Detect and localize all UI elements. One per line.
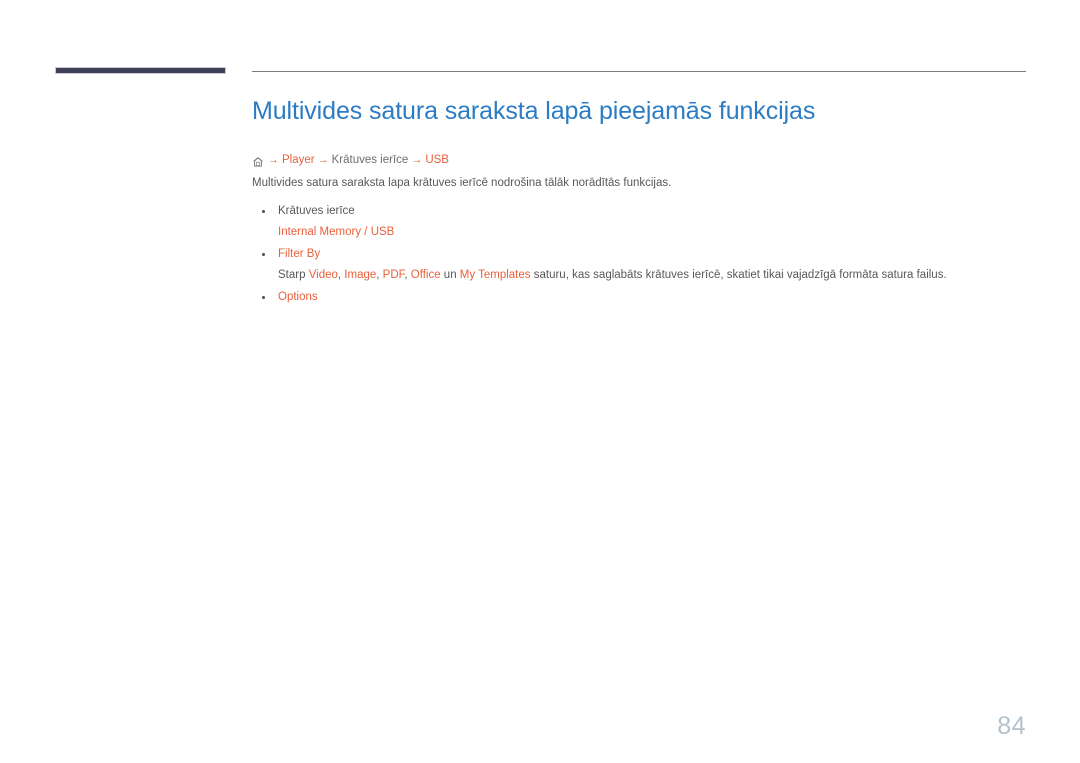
breadcrumb-arrow-1: → [268, 154, 279, 166]
breadcrumb: → Player → Krātuves ierīce → USB [252, 153, 1032, 168]
bullet-sub-storage-device: Internal Memory / USB [278, 225, 395, 238]
page-title: Multivides satura saraksta lapā pieejamā… [252, 97, 816, 125]
breadcrumb-arrow-3: → [411, 154, 423, 166]
document-page: Multivides satura saraksta lapā pieejamā… [0, 0, 1080, 763]
header-divider-rule [252, 71, 1026, 72]
breadcrumb-item-storage-device[interactable]: Krātuves ierīce [332, 153, 409, 168]
decorative-corner-bar [55, 67, 226, 74]
feature-bullet-list: Krātuves ierīce Internal Memory / USB Fi… [252, 203, 1032, 305]
breadcrumb-arrow-2: → [317, 154, 329, 166]
list-item: Krātuves ierīce Internal Memory / USB [252, 203, 1032, 240]
bullet-head-storage-device: Krātuves ierīce [278, 204, 355, 217]
bullet-head-options: Options [278, 290, 318, 303]
bullet-head-filter-by: Filter By [278, 247, 321, 260]
breadcrumb-item-player[interactable]: Player [282, 153, 315, 168]
bullet-sub-filter-by: Starp Video, Image, PDF, Office un My Te… [278, 268, 947, 281]
page-content: Multivides satura saraksta lapā pieejamā… [252, 96, 1032, 311]
home-icon[interactable] [252, 156, 264, 168]
breadcrumb-item-usb[interactable]: USB [425, 153, 449, 168]
list-item: Options [252, 289, 1032, 305]
list-item: Filter By Starp Video, Image, PDF, Offic… [252, 246, 1032, 283]
page-number: 84 [997, 712, 1026, 740]
intro-paragraph: Multivides satura saraksta lapa krātuves… [252, 177, 672, 189]
